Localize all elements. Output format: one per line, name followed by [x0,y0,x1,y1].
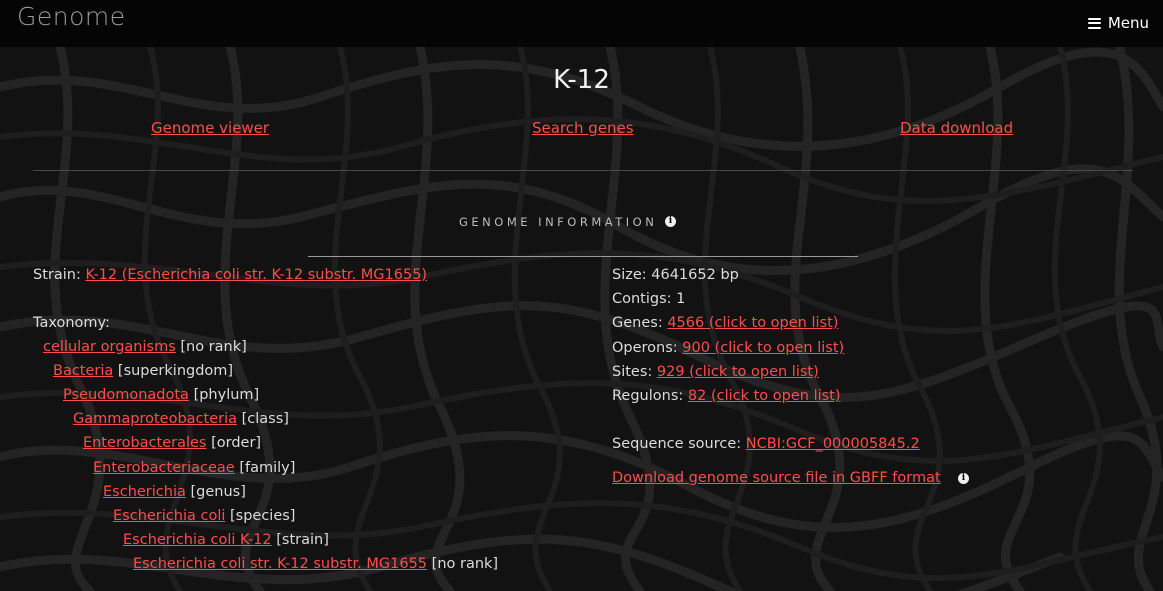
sequence-source-link[interactable]: NCBI:GCF_000005845.2 [746,436,920,452]
taxonomy-rank: [class] [241,411,289,427]
taxonomy-link[interactable]: Pseudomonadota [63,387,189,403]
data-download-link[interactable]: Data download [900,119,1013,137]
size-value: Size: 4641652 bp [612,267,739,283]
operons-label: Operons: [612,340,678,356]
section-divider [308,256,858,257]
taxonomy-link[interactable]: Enterobacterales [83,435,207,451]
regulons-label: Regulons: [612,388,684,404]
genome-viewer-link[interactable]: Genome viewer [151,119,269,137]
taxonomy-link[interactable]: Escherichia coli [113,508,225,524]
taxonomy-item: cellular organisms [no rank] [43,339,247,355]
genes-label: Genes: [612,315,663,331]
download-gbff-row: Download genome source file in GBFF form… [612,470,941,486]
genes-link[interactable]: 4566 (click to open list) [667,315,838,331]
taxonomy-item: Enterobacteriaceae [family] [93,460,295,476]
sequence-source-row: Sequence source: NCBI:GCF_000005845.2 [612,436,920,452]
taxonomy-link[interactable]: Escherichia coli str. K-12 substr. MG165… [133,556,427,572]
page-title: K-12 [553,65,610,95]
taxonomy-item: Enterobacterales [order] [83,435,261,451]
taxonomy-link[interactable]: Enterobacteriaceae [93,460,235,476]
strain-link[interactable]: K-12 (Escherichia coli str. K-12 substr.… [85,267,427,283]
taxonomy-item: Escherichia [genus] [103,484,246,500]
divider [33,170,1133,171]
taxonomy-link[interactable]: Escherichia coli K-12 [123,532,272,548]
menu-label: Menu [1107,14,1149,32]
taxonomy-link[interactable]: cellular organisms [43,339,176,355]
taxonomy-item: Escherichia coli [species] [113,508,295,524]
strain-row: Strain: K-12 (Escherichia coli str. K-12… [33,267,427,283]
taxonomy-rank: [phylum] [193,387,260,403]
regulons-link[interactable]: 82 (click to open list) [688,388,841,404]
operons-row: Operons: 900 (click to open list) [612,340,844,356]
sites-link[interactable]: 929 (click to open list) [657,364,819,380]
taxonomy-label: Taxonomy: [33,315,110,331]
operons-link[interactable]: 900 (click to open list) [682,340,844,356]
section-title: GENOME INFORMATION [459,215,658,229]
taxonomy-rank: [genus] [190,484,246,500]
taxonomy-rank: [no rank] [431,556,499,572]
taxonomy-rank: [superkingdom] [117,363,234,379]
download-gbff-link[interactable]: Download genome source file in GBFF form… [612,470,941,486]
sites-label: Sites: [612,364,653,380]
taxonomy-rank: [species] [229,508,296,524]
taxonomy-rank: [no rank] [180,339,247,355]
genes-row: Genes: 4566 (click to open list) [612,315,838,331]
taxonomy-rank: [family] [239,460,296,476]
info-icon[interactable]: i [958,473,969,484]
taxonomy-item: Escherichia coli str. K-12 substr. MG165… [133,556,498,572]
contigs-value: Contigs: 1 [612,291,686,307]
brand-logo[interactable]: Genome [17,2,126,31]
menu-button[interactable]: Menu [1087,12,1149,34]
taxonomy-item: Escherichia coli K-12 [strain] [123,532,329,548]
taxonomy-item: Bacteria [superkingdom] [53,363,233,379]
search-genes-link[interactable]: Search genes [532,119,634,137]
taxonomy-link[interactable]: Escherichia [103,484,186,500]
taxonomy-item: Gammaproteobacteria [class] [73,411,289,427]
taxonomy-link[interactable]: Bacteria [53,363,113,379]
info-icon[interactable]: i [665,216,676,227]
hamburger-icon [1087,17,1101,29]
taxonomy-link[interactable]: Gammaproteobacteria [73,411,237,427]
sequence-source-label: Sequence source: [612,436,742,452]
regulons-row: Regulons: 82 (click to open list) [612,388,841,404]
taxonomy-item: Pseudomonadota [phylum] [63,387,259,403]
strain-label: Strain: [33,267,81,283]
sites-row: Sites: 929 (click to open list) [612,364,819,380]
taxonomy-rank: [strain] [276,532,329,548]
taxonomy-rank: [order] [211,435,262,451]
top-navigation-bar: Genome Menu [0,0,1163,47]
main-content: K-12 Genome viewer Search genes Data dow… [0,47,1163,591]
